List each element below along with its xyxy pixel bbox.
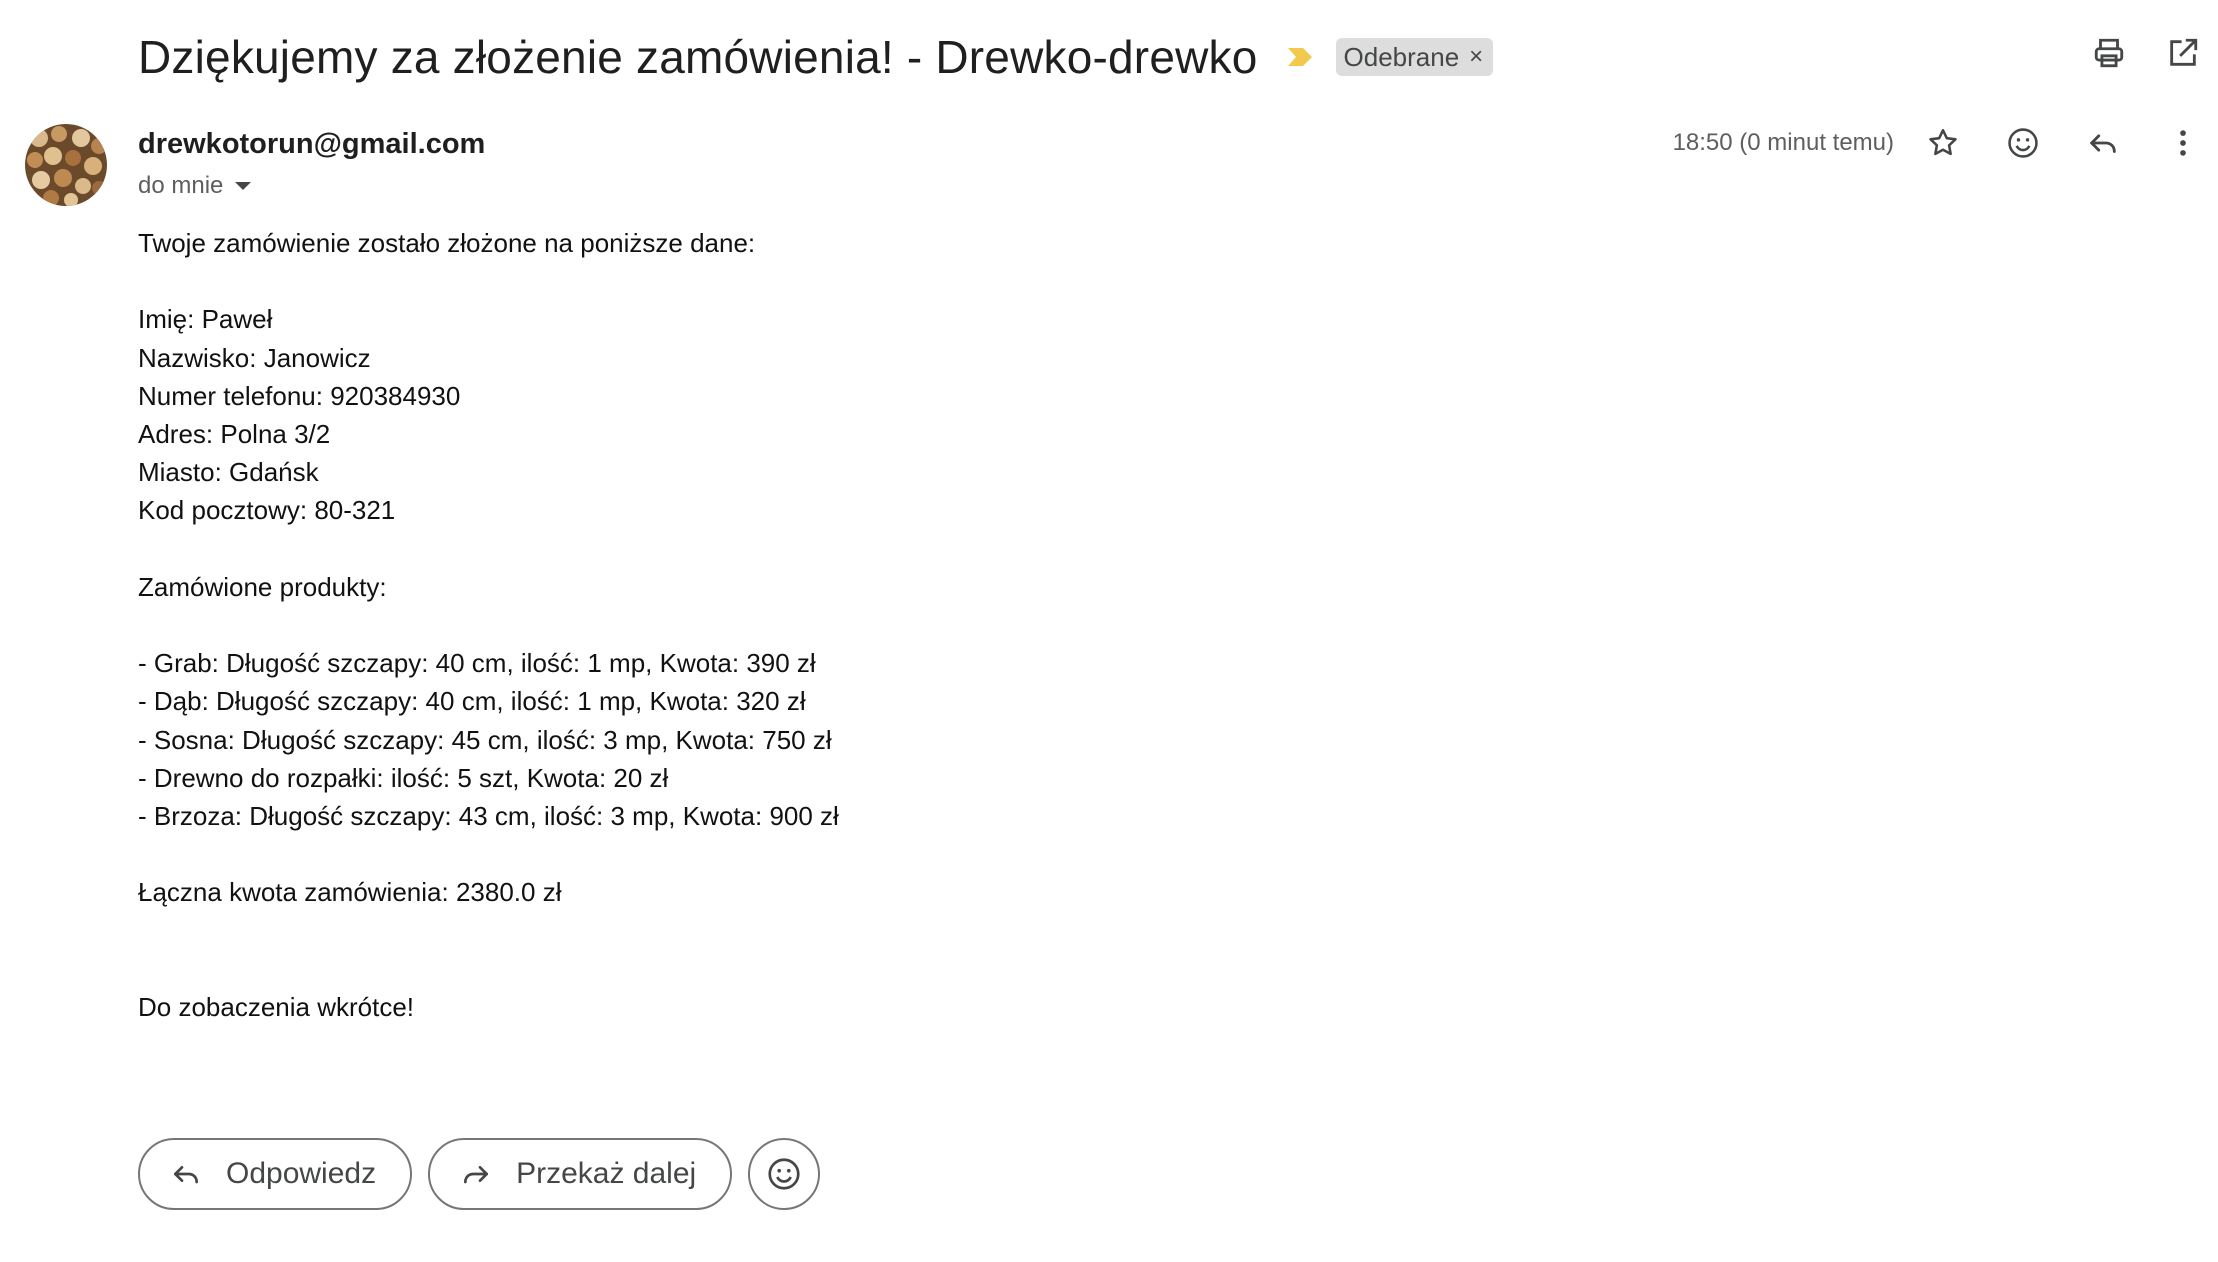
email-body-line: Zamówione produkty: — [138, 571, 387, 602]
email-body-line: Miasto: Gdańsk — [138, 457, 319, 488]
email-body-line: Numer telefonu: 920384930 — [138, 380, 461, 411]
message-actions: Odpowiedz Przekaż dalej — [138, 1138, 821, 1210]
label-chip-text: Odebrane — [1343, 41, 1460, 72]
email-body-line: Kod pocztowy: 80-321 — [138, 495, 396, 526]
email-header: Dziękujemy za złożenie zamówienia! - Dre… — [138, 22, 1494, 92]
star-icon[interactable] — [1924, 124, 1962, 162]
email-body-line — [138, 950, 839, 988]
open-in-new-window-icon[interactable] — [2164, 34, 2202, 72]
sender-avatar[interactable] — [25, 124, 107, 206]
reply-icon[interactable] — [2084, 124, 2122, 162]
email-body-line: Do zobaczenia wkrótce! — [138, 991, 415, 1022]
importance-marker-icon[interactable] — [1286, 46, 1314, 68]
forward-button-label: Przekaż dalej — [516, 1157, 697, 1190]
recipient-details-toggle[interactable]: do mnie — [138, 172, 252, 200]
emoji-reaction-button[interactable] — [748, 1138, 821, 1210]
message-meta: 18:50 (0 minut temu) — [1673, 124, 2202, 162]
label-chip-inbox[interactable]: Odebrane × — [1335, 38, 1494, 76]
email-body-line: - Brzoza: Długość szczapy: 43 cm, ilość:… — [138, 801, 839, 831]
email-body-line: - Grab: Długość szczapy: 40 cm, ilość: 1… — [138, 648, 816, 679]
email-body-line: Nazwisko: Janowicz — [138, 342, 371, 373]
chevron-down-icon[interactable] — [235, 182, 252, 190]
email-body-line — [138, 606, 839, 644]
print-icon[interactable] — [2090, 34, 2128, 72]
emoji-reaction-icon[interactable] — [2004, 124, 2042, 162]
email-body-line: - Drewno do rozpałki: ilość: 5 szt, Kwot… — [138, 762, 669, 793]
reply-button-label: Odpowiedz — [226, 1157, 377, 1190]
emoji-reaction-icon — [768, 1158, 800, 1190]
email-body-line — [138, 835, 839, 873]
email-body-line — [138, 530, 839, 568]
remove-label-icon[interactable]: × — [1469, 43, 1483, 71]
email-body-line: Adres: Polna 3/2 — [138, 419, 331, 449]
email-body-line: - Sosna: Długość szczapy: 45 cm, ilość: … — [138, 724, 832, 755]
sender-email[interactable]: drewkotorun@gmail.com — [138, 128, 485, 161]
email-subject: Dziękujemy za złożenie zamówienia! - Dre… — [138, 31, 1258, 83]
recipient-label: do mnie — [138, 172, 224, 199]
forward-icon — [464, 1166, 489, 1184]
email-body-line — [138, 262, 839, 300]
reply-icon — [174, 1166, 198, 1184]
email-body-line: Łączna kwota zamówienia: 2380.0 zł — [138, 877, 562, 908]
email-body: Twoje zamówienie zostało złożone na poni… — [138, 224, 839, 1026]
email-body-line: Twoje zamówienie zostało złożone na poni… — [138, 228, 756, 258]
email-body-line: Imię: Paweł — [138, 304, 273, 335]
email-body-line: - Dąb: Długość szczapy: 40 cm, ilość: 1 … — [138, 686, 806, 717]
message-time: 18:50 (0 minut temu) — [1672, 129, 1894, 156]
more-vertical-icon[interactable] — [2164, 124, 2202, 162]
reply-button[interactable]: Odpowiedz — [138, 1138, 413, 1210]
header-actions — [2090, 34, 2202, 72]
forward-button[interactable]: Przekaż dalej — [428, 1138, 733, 1210]
email-body-line — [138, 912, 839, 950]
